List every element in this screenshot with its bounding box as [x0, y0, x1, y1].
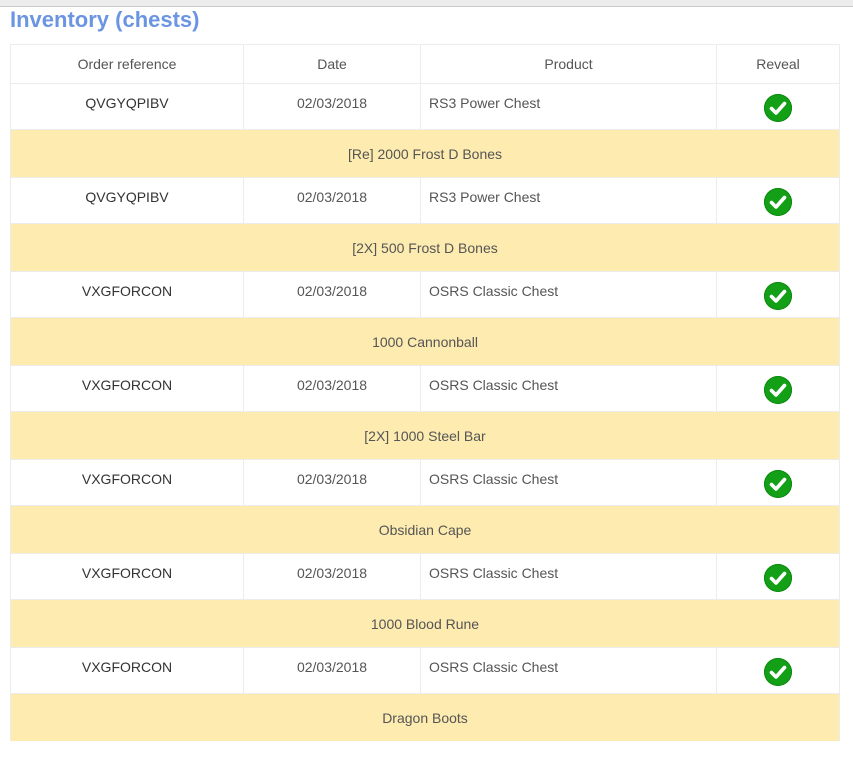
table-header-row: Order reference Date Product Reveal — [10, 44, 840, 84]
product-cell: OSRS Classic Chest — [420, 271, 717, 318]
order-reference-cell: VXGFORCON — [10, 271, 244, 318]
header-order-reference: Order reference — [10, 44, 244, 84]
product-cell: OSRS Classic Chest — [420, 553, 717, 600]
revealed-item: [2X] 1000 Steel Bar — [10, 411, 840, 460]
check-circle-icon[interactable] — [764, 188, 792, 216]
product-cell: OSRS Classic Chest — [420, 459, 717, 506]
reveal-detail-row: Obsidian Cape — [10, 505, 840, 554]
date-cell: 02/03/2018 — [243, 553, 421, 600]
product-cell: RS3 Power Chest — [420, 83, 717, 130]
check-circle-icon[interactable] — [764, 376, 792, 404]
table-row: QVGYQPIBV 02/03/2018 RS3 Power Chest — [10, 177, 840, 224]
reveal-detail-row: 1000 Blood Rune — [10, 599, 840, 648]
revealed-item: 1000 Blood Rune — [10, 599, 840, 648]
header-date: Date — [243, 44, 421, 84]
page-title: Inventory (chests) — [10, 7, 200, 32]
check-circle-icon[interactable] — [764, 658, 792, 686]
reveal-detail-row: 1000 Cannonball — [10, 317, 840, 366]
check-circle-icon[interactable] — [764, 282, 792, 310]
order-reference-cell: QVGYQPIBV — [10, 177, 244, 224]
table-row: VXGFORCON 02/03/2018 OSRS Classic Chest — [10, 459, 840, 506]
date-cell: 02/03/2018 — [243, 365, 421, 412]
reveal-cell — [716, 459, 840, 506]
table-row: QVGYQPIBV 02/03/2018 RS3 Power Chest — [10, 83, 840, 130]
table-row: VXGFORCON 02/03/2018 OSRS Classic Chest — [10, 271, 840, 318]
inventory-table: Order reference Date Product Reveal QVGY… — [10, 44, 840, 741]
revealed-item: Obsidian Cape — [10, 505, 840, 554]
order-reference-cell: VXGFORCON — [10, 553, 244, 600]
date-cell: 02/03/2018 — [243, 271, 421, 318]
order-reference-cell: VXGFORCON — [10, 459, 244, 506]
reveal-cell — [716, 365, 840, 412]
product-cell: OSRS Classic Chest — [420, 647, 717, 694]
reveal-cell — [716, 647, 840, 694]
check-circle-icon[interactable] — [764, 94, 792, 122]
date-cell: 02/03/2018 — [243, 459, 421, 506]
product-cell: RS3 Power Chest — [420, 177, 717, 224]
header-product: Product — [420, 44, 717, 84]
order-reference-cell: VXGFORCON — [10, 365, 244, 412]
revealed-item: Dragon Boots — [10, 693, 840, 741]
table-row: VXGFORCON 02/03/2018 OSRS Classic Chest — [10, 553, 840, 600]
reveal-cell — [716, 271, 840, 318]
order-reference-cell: VXGFORCON — [10, 647, 244, 694]
reveal-cell — [716, 83, 840, 130]
revealed-item: [2X] 500 Frost D Bones — [10, 223, 840, 272]
reveal-detail-row: [2X] 1000 Steel Bar — [10, 411, 840, 460]
table-body: QVGYQPIBV 02/03/2018 RS3 Power Chest [Re] 2… — [10, 83, 840, 741]
reveal-detail-row: [2X] 500 Frost D Bones — [10, 223, 840, 272]
reveal-detail-row: [Re] 2000 Frost D Bones — [10, 129, 840, 178]
date-cell: 02/03/2018 — [243, 177, 421, 224]
reveal-cell — [716, 177, 840, 224]
date-cell: 02/03/2018 — [243, 83, 421, 130]
reveal-cell — [716, 553, 840, 600]
revealed-item: [Re] 2000 Frost D Bones — [10, 129, 840, 178]
order-reference-cell: QVGYQPIBV — [10, 83, 244, 130]
product-cell: OSRS Classic Chest — [420, 365, 717, 412]
date-cell: 02/03/2018 — [243, 647, 421, 694]
check-circle-icon[interactable] — [764, 470, 792, 498]
table-row: VXGFORCON 02/03/2018 OSRS Classic Chest — [10, 365, 840, 412]
revealed-item: 1000 Cannonball — [10, 317, 840, 366]
check-circle-icon[interactable] — [764, 564, 792, 592]
table-row: VXGFORCON 02/03/2018 OSRS Classic Chest — [10, 647, 840, 694]
header-reveal: Reveal — [716, 44, 840, 84]
reveal-detail-row: Dragon Boots — [10, 693, 840, 741]
